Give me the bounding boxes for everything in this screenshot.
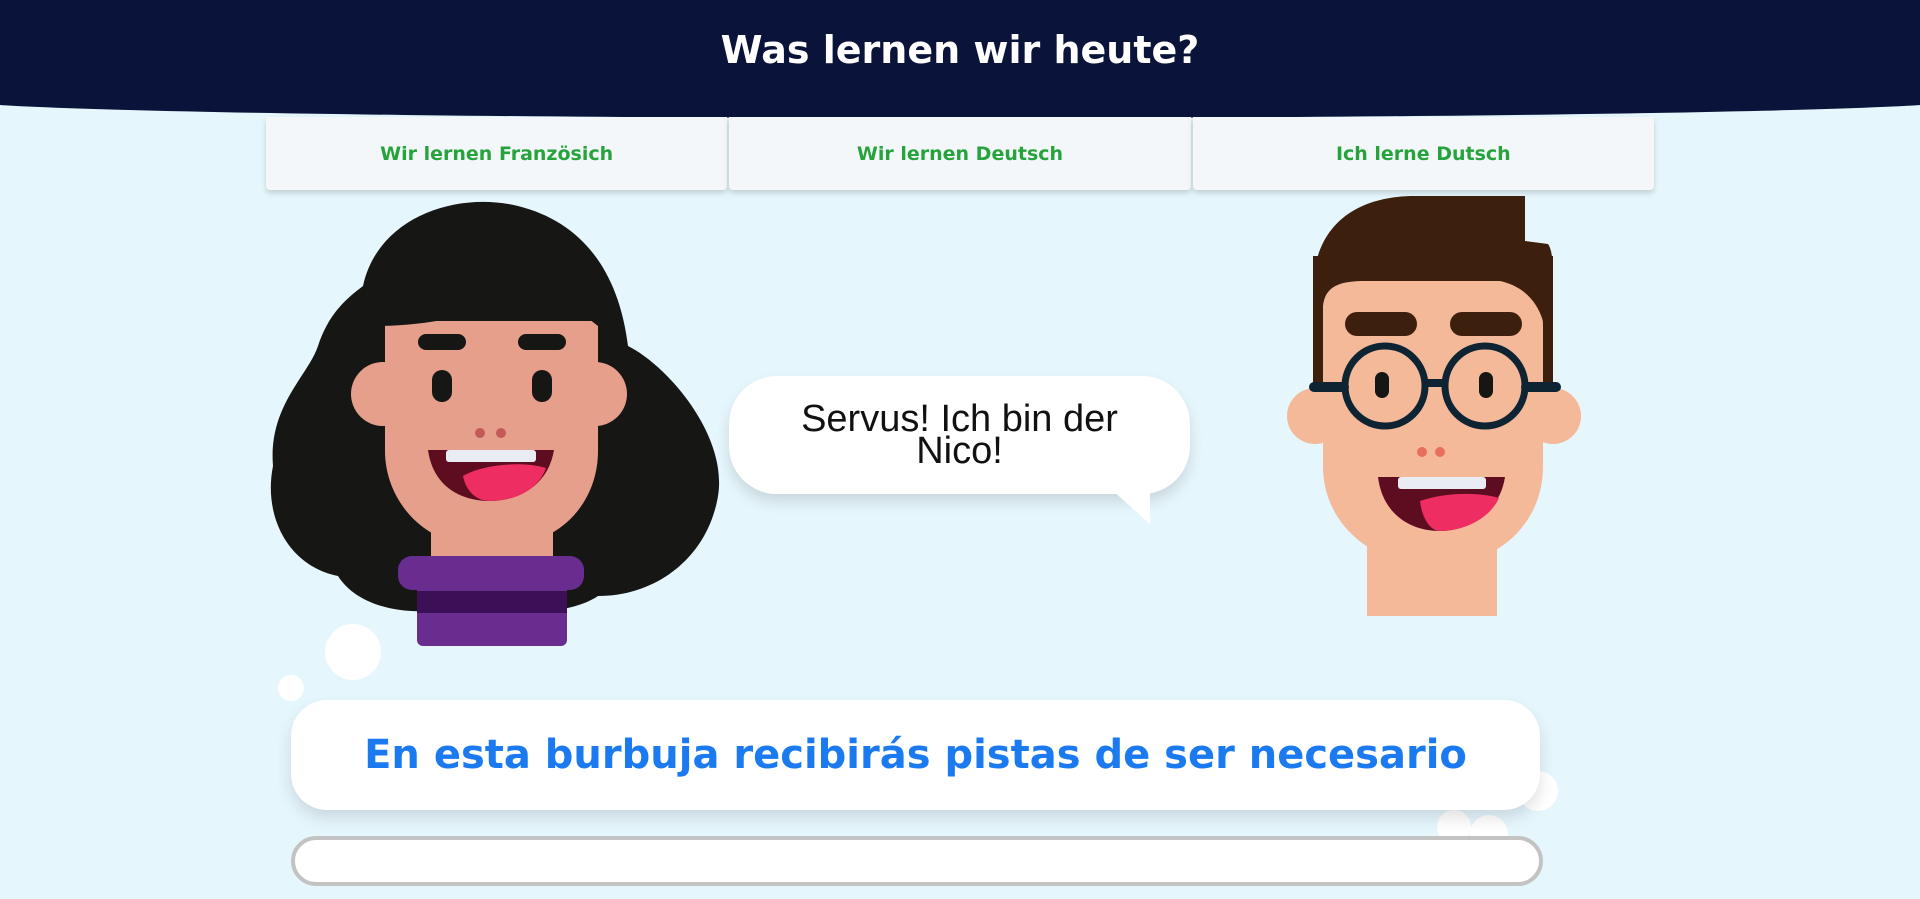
woman-eye-right <box>532 370 552 402</box>
woman-eye-left <box>432 370 452 402</box>
man-nostril-left <box>1417 447 1427 457</box>
woman-eyebrow-left <box>418 334 466 350</box>
man-nostril-right <box>1435 447 1445 457</box>
woman-collar <box>398 556 584 590</box>
speech-text: Servus! Ich bin der Nico! <box>801 398 1118 472</box>
hint-text: En esta burbuja recibirás pistas de ser … <box>364 732 1467 778</box>
speech-bubble: Servus! Ich bin der Nico! <box>729 376 1190 494</box>
page-title: Was lernen wir heute? <box>720 28 1200 72</box>
thought-dot-large <box>325 624 381 680</box>
woman-eyebrow-right <box>518 334 566 350</box>
man-glasses-bridge <box>1423 379 1447 387</box>
man-teeth <box>1398 477 1486 489</box>
woman-teeth <box>446 450 536 462</box>
woman-avatar-icon <box>270 201 720 646</box>
hint-bubble: En esta burbuja recibirás pistas de ser … <box>291 700 1540 810</box>
woman-nostril-right <box>496 428 506 438</box>
man-avatar-icon <box>1287 196 1581 616</box>
woman-nostril-left <box>475 428 485 438</box>
tab-dutch[interactable]: Ich lerne Dutsch <box>1192 117 1654 190</box>
man-eye-right <box>1479 372 1493 398</box>
tab-french[interactable]: Wir lernen Französich <box>266 117 728 190</box>
man-eyebrow-right <box>1450 312 1522 336</box>
man-eye-left <box>1375 372 1389 398</box>
tab-bar: Wir lernen Französich Wir lernen Deutsch… <box>266 117 1654 190</box>
woman-sweater-stripe <box>417 591 567 613</box>
man-eyebrow-left <box>1345 312 1417 336</box>
man-glasses-arm-right <box>1521 382 1561 392</box>
thought-dot-small <box>278 675 304 701</box>
answer-input[interactable] <box>291 836 1543 886</box>
woman-face <box>385 321 598 546</box>
tab-german[interactable]: Wir lernen Deutsch <box>729 117 1191 190</box>
man-glasses-arm-left <box>1309 382 1349 392</box>
speech-bubble-tail <box>1112 490 1150 524</box>
